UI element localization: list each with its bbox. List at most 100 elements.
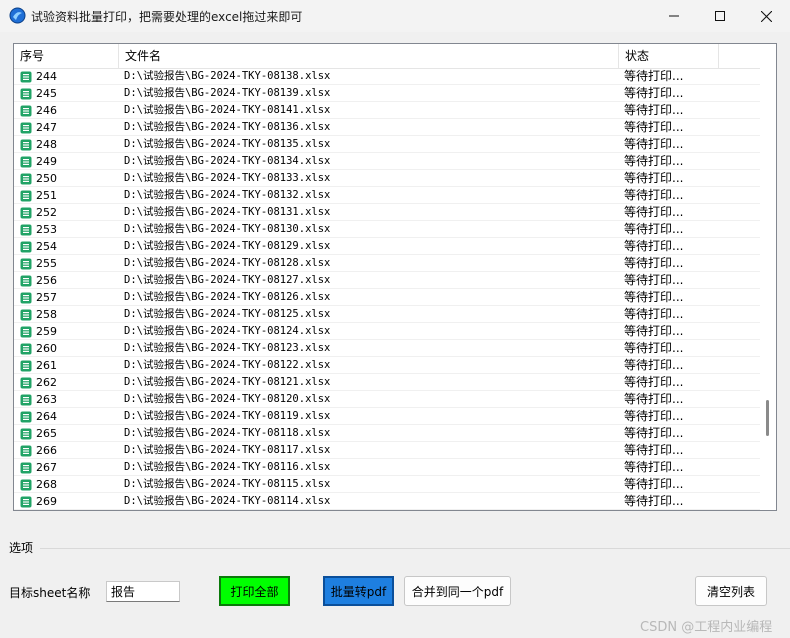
table-row[interactable]: 262 D:\试验报告\BG-2024-TKY-08121.xlsx 等待打印...	[14, 374, 760, 391]
merge-pdf-button[interactable]: 合并到同一个pdf	[404, 576, 511, 606]
excel-file-icon	[20, 258, 32, 270]
table-row[interactable]: 251 D:\试验报告\BG-2024-TKY-08132.xlsx 等待打印...	[14, 187, 760, 204]
table-row[interactable]: 267 D:\试验报告\BG-2024-TKY-08116.xlsx 等待打印...	[14, 459, 760, 476]
excel-file-icon	[20, 377, 32, 389]
excel-file-icon	[20, 394, 32, 406]
row-number: 250	[36, 172, 57, 185]
minimize-icon	[669, 15, 679, 17]
row-number: 256	[36, 274, 57, 287]
row-status: 等待打印...	[624, 205, 684, 219]
row-number: 248	[36, 138, 57, 151]
excel-file-icon	[20, 207, 32, 219]
row-number: 245	[36, 87, 57, 100]
options-divider	[40, 548, 790, 549]
column-header-number[interactable]: 序号	[14, 44, 119, 68]
sheet-name-label: 目标sheet名称	[9, 586, 91, 600]
row-number: 268	[36, 478, 57, 491]
table-row[interactable]: 265 D:\试验报告\BG-2024-TKY-08118.xlsx 等待打印...	[14, 425, 760, 442]
minimize-button[interactable]	[651, 0, 697, 32]
title-bar: 试验资料批量打印，把需要处理的excel拖过来即可	[0, 0, 790, 32]
row-status: 等待打印...	[624, 460, 684, 474]
table-row[interactable]: 261 D:\试验报告\BG-2024-TKY-08122.xlsx 等待打印...	[14, 357, 760, 374]
row-filename: D:\试验报告\BG-2024-TKY-08139.xlsx	[124, 87, 331, 99]
table-row[interactable]: 258 D:\试验报告\BG-2024-TKY-08125.xlsx 等待打印...	[14, 306, 760, 323]
row-number: 267	[36, 461, 57, 474]
table-row[interactable]: 257 D:\试验报告\BG-2024-TKY-08126.xlsx 等待打印...	[14, 289, 760, 306]
clear-list-button[interactable]: 清空列表	[695, 576, 767, 606]
excel-file-icon	[20, 462, 32, 474]
row-number: 251	[36, 189, 57, 202]
vertical-scrollbar[interactable]	[761, 44, 776, 510]
table-row[interactable]: 268 D:\试验报告\BG-2024-TKY-08115.xlsx 等待打印...	[14, 476, 760, 493]
row-status: 等待打印...	[624, 103, 684, 117]
maximize-button[interactable]	[697, 0, 743, 32]
table-row[interactable]: 256 D:\试验报告\BG-2024-TKY-08127.xlsx 等待打印...	[14, 272, 760, 289]
row-status: 等待打印...	[624, 324, 684, 338]
table-row[interactable]: 248 D:\试验报告\BG-2024-TKY-08135.xlsx 等待打印...	[14, 136, 760, 153]
row-filename: D:\试验报告\BG-2024-TKY-08116.xlsx	[124, 461, 331, 473]
table-row[interactable]: 266 D:\试验报告\BG-2024-TKY-08117.xlsx 等待打印...	[14, 442, 760, 459]
close-button[interactable]	[743, 0, 789, 32]
maximize-icon	[715, 11, 725, 21]
row-filename: D:\试验报告\BG-2024-TKY-08115.xlsx	[124, 478, 331, 490]
table-row[interactable]: 246 D:\试验报告\BG-2024-TKY-08141.xlsx 等待打印...	[14, 102, 760, 119]
row-filename: D:\试验报告\BG-2024-TKY-08129.xlsx	[124, 240, 331, 252]
row-filename: D:\试验报告\BG-2024-TKY-08130.xlsx	[124, 223, 331, 235]
table-row[interactable]: 259 D:\试验报告\BG-2024-TKY-08124.xlsx 等待打印...	[14, 323, 760, 340]
print-all-button[interactable]: 打印全部	[219, 576, 290, 606]
table-row[interactable]: 253 D:\试验报告\BG-2024-TKY-08130.xlsx 等待打印...	[14, 221, 760, 238]
row-number: 244	[36, 70, 57, 83]
batch-pdf-button[interactable]: 批量转pdf	[323, 576, 394, 606]
table-row[interactable]: 260 D:\试验报告\BG-2024-TKY-08123.xlsx 等待打印...	[14, 340, 760, 357]
app-icon	[9, 7, 26, 24]
excel-file-icon	[20, 343, 32, 355]
row-status: 等待打印...	[624, 290, 684, 304]
watermark: CSDN @工程内业编程	[640, 620, 773, 635]
close-icon	[760, 10, 772, 22]
row-number: 261	[36, 359, 57, 372]
table-row[interactable]: 254 D:\试验报告\BG-2024-TKY-08129.xlsx 等待打印...	[14, 238, 760, 255]
excel-file-icon	[20, 190, 32, 202]
row-number: 246	[36, 104, 57, 117]
row-filename: D:\试验报告\BG-2024-TKY-08128.xlsx	[124, 257, 331, 269]
excel-file-icon	[20, 292, 32, 304]
row-filename: D:\试验报告\BG-2024-TKY-08136.xlsx	[124, 121, 331, 133]
row-number: 264	[36, 410, 57, 423]
excel-file-icon	[20, 156, 32, 168]
row-filename: D:\试验报告\BG-2024-TKY-08126.xlsx	[124, 291, 331, 303]
sheet-name-input[interactable]	[106, 581, 180, 602]
excel-file-icon	[20, 445, 32, 457]
table-row[interactable]: 249 D:\试验报告\BG-2024-TKY-08134.xlsx 等待打印...	[14, 153, 760, 170]
table-row[interactable]: 269 D:\试验报告\BG-2024-TKY-08114.xlsx 等待打印...	[14, 493, 760, 510]
row-filename: D:\试验报告\BG-2024-TKY-08134.xlsx	[124, 155, 331, 167]
row-number: 265	[36, 427, 57, 440]
options-group-label: 选项	[9, 541, 34, 555]
table-row[interactable]: 263 D:\试验报告\BG-2024-TKY-08120.xlsx 等待打印...	[14, 391, 760, 408]
scrollbar-thumb[interactable]	[766, 400, 769, 436]
row-filename: D:\试验报告\BG-2024-TKY-08122.xlsx	[124, 359, 331, 371]
row-filename: D:\试验报告\BG-2024-TKY-08118.xlsx	[124, 427, 331, 439]
row-status: 等待打印...	[624, 307, 684, 321]
table-row[interactable]: 252 D:\试验报告\BG-2024-TKY-08131.xlsx 等待打印...	[14, 204, 760, 221]
table-row[interactable]: 247 D:\试验报告\BG-2024-TKY-08136.xlsx 等待打印...	[14, 119, 760, 136]
column-header-status[interactable]: 状态	[619, 44, 719, 68]
table-row[interactable]: 250 D:\试验报告\BG-2024-TKY-08133.xlsx 等待打印...	[14, 170, 760, 187]
column-header-filename[interactable]: 文件名	[119, 44, 619, 68]
excel-file-icon	[20, 496, 32, 508]
table-row[interactable]: 244 D:\试验报告\BG-2024-TKY-08138.xlsx 等待打印...	[14, 68, 760, 85]
column-header-empty[interactable]	[719, 44, 760, 68]
row-status: 等待打印...	[624, 375, 684, 389]
row-status: 等待打印...	[624, 392, 684, 406]
excel-file-icon	[20, 88, 32, 100]
table-row[interactable]: 255 D:\试验报告\BG-2024-TKY-08128.xlsx 等待打印...	[14, 255, 760, 272]
file-list[interactable]: 序号 文件名 状态 244 D:\试验报告\BG-2024-TKY-08138.x…	[13, 43, 777, 511]
row-status: 等待打印...	[624, 137, 684, 151]
row-status: 等待打印...	[624, 477, 684, 491]
table-row[interactable]: 264 D:\试验报告\BG-2024-TKY-08119.xlsx 等待打印...	[14, 408, 760, 425]
row-number: 255	[36, 257, 57, 270]
excel-file-icon	[20, 411, 32, 423]
table-row[interactable]: 245 D:\试验报告\BG-2024-TKY-08139.xlsx 等待打印...	[14, 85, 760, 102]
row-status: 等待打印...	[624, 256, 684, 270]
row-number: 258	[36, 308, 57, 321]
list-rows: 244 D:\试验报告\BG-2024-TKY-08138.xlsx 等待打印...…	[14, 68, 760, 510]
